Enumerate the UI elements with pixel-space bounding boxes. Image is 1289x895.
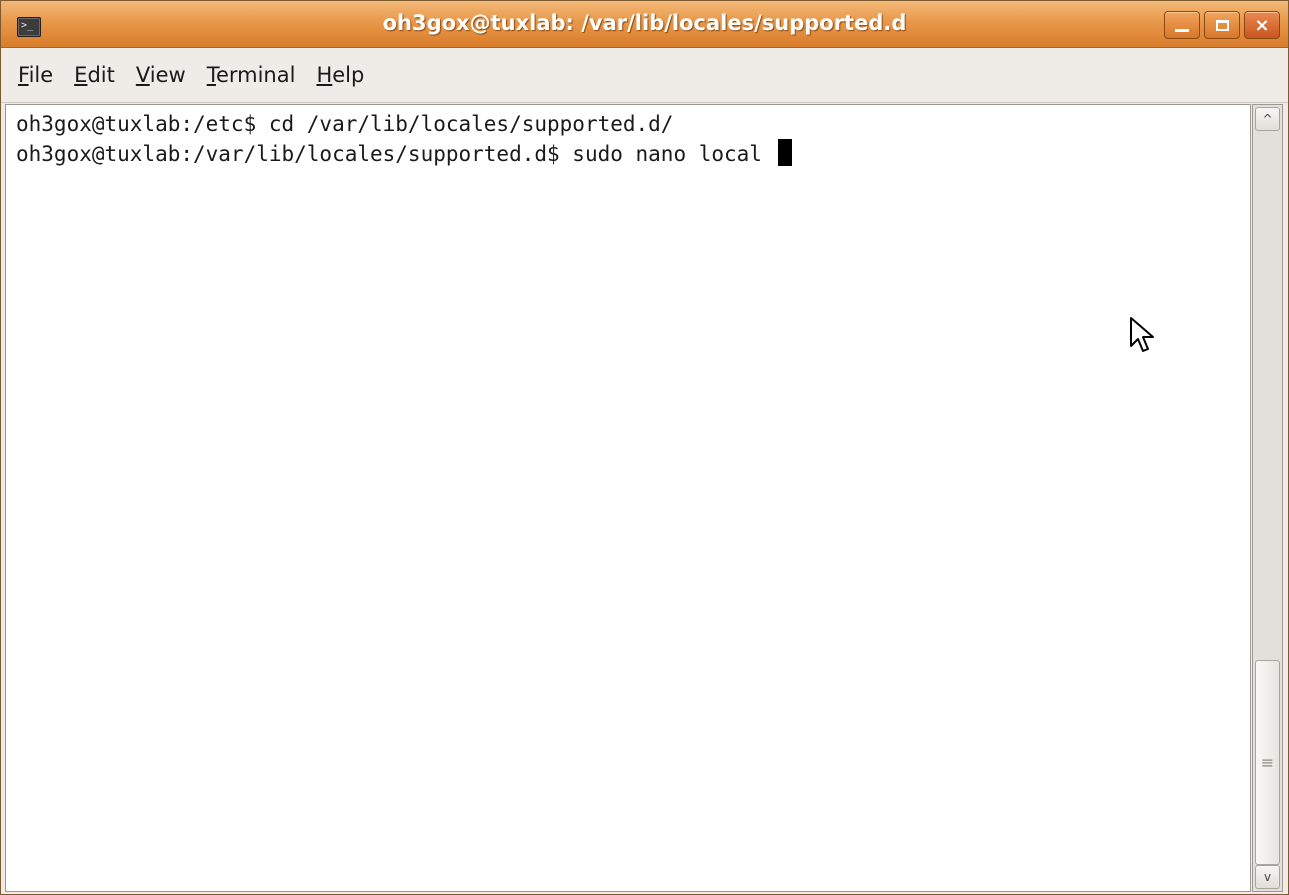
menu-file-mnemonic: F (18, 63, 29, 87)
text-cursor (777, 139, 792, 166)
menu-terminal[interactable]: Terminal (198, 57, 305, 93)
menu-view[interactable]: View (127, 57, 195, 93)
close-button[interactable]: × (1244, 11, 1280, 39)
chevron-up-icon: ^ (1262, 112, 1273, 126)
menu-view-mnemonic: V (135, 63, 150, 87)
scrollbar-thumb[interactable]: ≡ (1255, 660, 1280, 865)
menu-help-mnemonic: H (316, 63, 333, 87)
menu-file[interactable]: File (9, 57, 62, 93)
terminal-line-text: oh3gox@tuxlab:/var/lib/locales/supported… (16, 142, 775, 166)
menu-terminal-label: erminal (215, 63, 296, 87)
scroll-down-button[interactable]: v (1255, 865, 1280, 889)
title-bar[interactable]: >_ oh3gox@tuxlab: /var/lib/locales/suppo… (1, 1, 1288, 48)
maximize-button[interactable] (1204, 11, 1240, 39)
scroll-up-button[interactable]: ^ (1255, 107, 1280, 131)
vertical-scrollbar[interactable]: ^ ≡ v (1252, 104, 1283, 892)
grip-icon: ≡ (1260, 753, 1275, 772)
terminal-window: >_ oh3gox@tuxlab: /var/lib/locales/suppo… (0, 0, 1289, 895)
mouse-pointer-icon (1130, 317, 1154, 352)
menu-help-label: elp (332, 63, 365, 87)
menu-view-label: iew (149, 63, 186, 87)
window-title: oh3gox@tuxlab: /var/lib/locales/supporte… (382, 11, 907, 35)
terminal-line-current: oh3gox@tuxlab:/var/lib/locales/supported… (16, 139, 1240, 169)
menu-edit-mnemonic: E (74, 63, 88, 87)
minimize-icon (1175, 28, 1189, 32)
menu-file-label: ile (28, 63, 54, 87)
menu-terminal-mnemonic: T (206, 63, 216, 87)
close-icon: × (1254, 14, 1270, 36)
chevron-down-icon: v (1263, 870, 1272, 884)
window-controls: × (1164, 11, 1280, 39)
terminal-output[interactable]: oh3gox@tuxlab:/etc$ cd /var/lib/locales/… (5, 104, 1251, 892)
maximize-icon (1215, 19, 1229, 31)
menu-edit[interactable]: Edit (65, 57, 124, 93)
terminal-line: oh3gox@tuxlab:/etc$ cd /var/lib/locales/… (16, 112, 674, 136)
menu-help[interactable]: Help (307, 57, 373, 93)
menu-bar: File Edit View Terminal Help (1, 48, 1288, 103)
menu-edit-label: dit (87, 63, 115, 87)
minimize-button[interactable] (1164, 11, 1200, 39)
